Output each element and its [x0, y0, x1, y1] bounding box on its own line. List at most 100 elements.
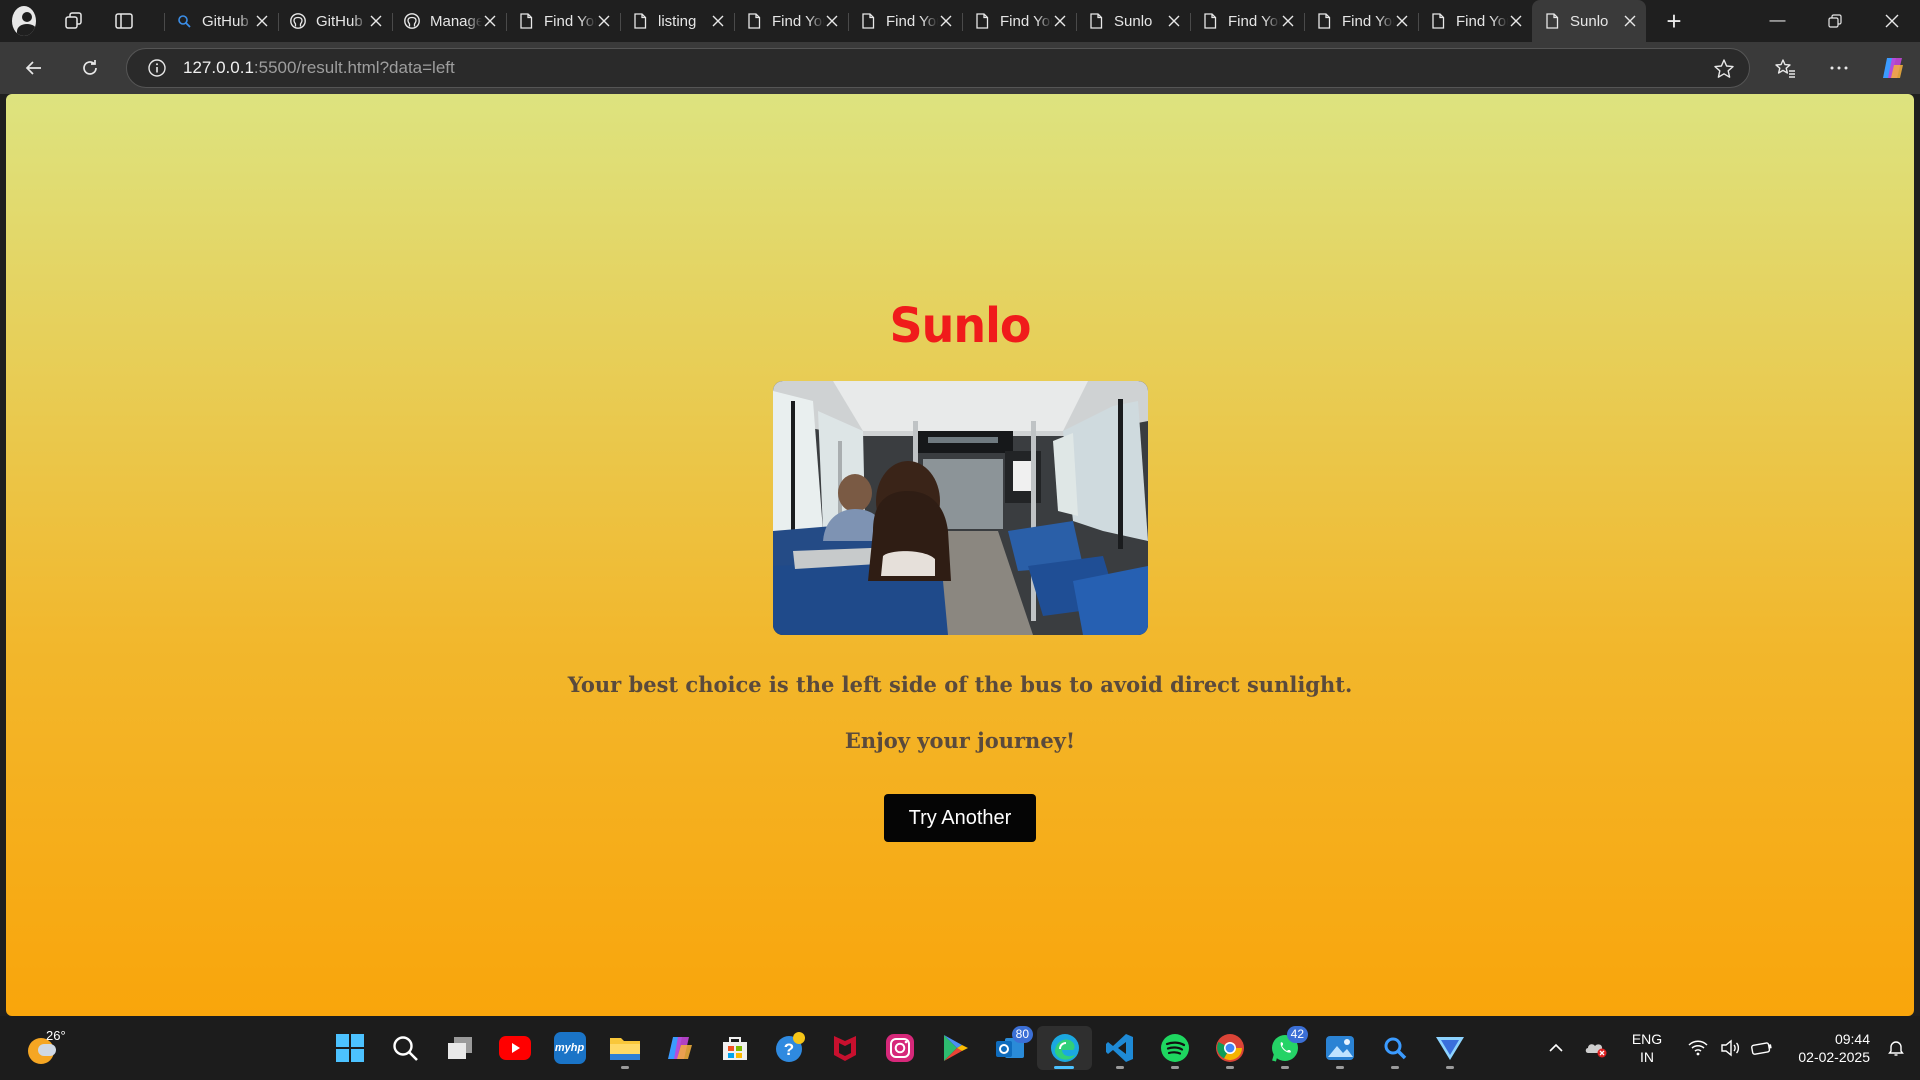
volume-icon[interactable]	[1714, 1039, 1746, 1057]
close-tab-icon[interactable]	[368, 13, 384, 29]
weather-temperature: 26°	[46, 1028, 66, 1043]
tab-label: Find Your	[1000, 12, 1052, 30]
try-another-button[interactable]: Try Another	[884, 794, 1036, 842]
search-icon[interactable]	[377, 1026, 432, 1070]
whatsapp-badge: 42	[1286, 1026, 1308, 1043]
language-code: ENG	[1631, 1031, 1663, 1047]
favorite-star-icon[interactable]	[1713, 58, 1735, 85]
window-controls: —	[1749, 0, 1920, 42]
mcafee-icon[interactable]	[817, 1026, 872, 1070]
close-tab-icon[interactable]	[482, 13, 498, 29]
close-tab-icon[interactable]	[1394, 13, 1410, 29]
browser-tab[interactable]: Find Your	[962, 3, 1076, 39]
browser-tab[interactable]: GitHub	[164, 3, 278, 39]
close-tab-icon[interactable]	[596, 13, 612, 29]
tab-label: GitHub	[316, 12, 363, 30]
copilot-icon[interactable]	[1866, 55, 1920, 81]
svg-text:?: ?	[783, 1040, 793, 1059]
tab-label: Sunlo	[1114, 12, 1153, 30]
close-tab-icon[interactable]	[1622, 13, 1638, 29]
onedrive-error-icon[interactable]	[1580, 1038, 1612, 1058]
battery-icon[interactable]	[1746, 1040, 1778, 1056]
close-tab-icon[interactable]	[938, 13, 954, 29]
page-icon	[1202, 13, 1218, 29]
browser-tab[interactable]: Sunlo	[1076, 3, 1190, 39]
photos-icon[interactable]	[1312, 1026, 1367, 1070]
tab-label: Find Your	[1228, 12, 1280, 30]
close-tab-icon[interactable]	[254, 13, 270, 29]
magnifier-icon[interactable]	[1367, 1026, 1422, 1070]
copilot-app-icon[interactable]	[652, 1026, 707, 1070]
browser-tab[interactable]: Find Your	[734, 3, 848, 39]
new-tab-button[interactable]: +	[1654, 3, 1694, 39]
outlook-icon[interactable]: 80	[982, 1026, 1037, 1070]
browser-tab[interactable]: Manage	[392, 3, 506, 39]
brand-title: Sunlo	[889, 296, 1032, 354]
page-icon	[1430, 13, 1446, 29]
notifications-icon[interactable]	[1880, 1039, 1912, 1057]
site-info-icon[interactable]	[137, 58, 177, 78]
play-store-icon[interactable]	[927, 1026, 982, 1070]
close-tab-icon[interactable]	[710, 13, 726, 29]
close-tab-icon[interactable]	[1166, 13, 1182, 29]
edge-icon[interactable]	[1037, 1026, 1092, 1070]
tab-label: Find Your	[886, 12, 938, 30]
favorites-icon[interactable]	[1758, 57, 1812, 79]
wifi-icon[interactable]	[1682, 1040, 1714, 1056]
spotify-icon[interactable]	[1147, 1026, 1202, 1070]
microsoft-store-icon[interactable]	[707, 1026, 762, 1070]
tab-label: Find Your	[1342, 12, 1394, 30]
page-icon	[518, 13, 534, 29]
tab-label: Find Your	[772, 12, 824, 30]
toolbar-right	[1758, 48, 1920, 88]
url-path: :5500/result.html?data=left	[253, 58, 455, 77]
chrome-icon[interactable]	[1202, 1026, 1257, 1070]
browser-tab[interactable]: Find Your	[506, 3, 620, 39]
instagram-icon[interactable]	[872, 1026, 927, 1070]
browser-tab[interactable]: Find Your	[848, 3, 962, 39]
browser-tab[interactable]: GitHub	[278, 3, 392, 39]
vertical-tabs-icon[interactable]	[106, 3, 142, 39]
vscode-icon[interactable]	[1092, 1026, 1147, 1070]
github-icon	[404, 13, 420, 29]
browser-tab[interactable]: Find Your	[1418, 3, 1532, 39]
more-options-icon[interactable]	[1812, 57, 1866, 79]
tab-label: listing	[658, 12, 697, 30]
proton-vpn-icon[interactable]	[1422, 1026, 1477, 1070]
close-tab-icon[interactable]	[1052, 13, 1068, 29]
file-explorer-icon[interactable]	[597, 1026, 652, 1070]
close-window-button[interactable]	[1863, 0, 1920, 42]
profile-avatar[interactable]	[0, 3, 36, 39]
region-code: IN	[1640, 1049, 1654, 1065]
youtube-icon[interactable]	[487, 1026, 542, 1070]
minimize-button[interactable]: —	[1749, 0, 1806, 42]
tab-list: GitHub GitHub Manage Find Your listing Find Y…	[164, 0, 1646, 42]
browser-tab[interactable]: listing	[620, 3, 734, 39]
myhp-icon[interactable]: myhp	[542, 1026, 597, 1070]
input-language-indicator[interactable]: ENG IN	[1622, 1030, 1672, 1066]
url-host: 127.0.0.1	[183, 58, 254, 77]
page-icon	[746, 13, 762, 29]
workspaces-icon[interactable]	[56, 3, 92, 39]
task-view-icon[interactable]	[432, 1026, 487, 1070]
weather-widget[interactable]: 26°	[26, 1028, 66, 1066]
back-button[interactable]	[14, 48, 54, 88]
url-text[interactable]: 127.0.0.1:5500/result.html?data=left	[183, 58, 455, 78]
refresh-button[interactable]	[70, 48, 110, 88]
whatsapp-icon[interactable]: 42	[1257, 1026, 1312, 1070]
restore-button[interactable]	[1806, 0, 1863, 42]
browser-tab[interactable]: Find Your	[1190, 3, 1304, 39]
windows-start-icon[interactable]	[322, 1026, 377, 1070]
page-icon	[860, 13, 876, 29]
browser-tab[interactable]: Find Your	[1304, 3, 1418, 39]
close-tab-icon[interactable]	[1508, 13, 1524, 29]
close-tab-icon[interactable]	[1280, 13, 1296, 29]
taskbar-apps: myhp ? 80 42	[322, 1026, 1477, 1070]
tab-label: Find Your	[1456, 12, 1508, 30]
close-tab-icon[interactable]	[824, 13, 840, 29]
address-bar[interactable]: 127.0.0.1:5500/result.html?data=left	[126, 48, 1750, 88]
browser-tab[interactable]: Sunlo	[1532, 0, 1646, 42]
get-help-icon[interactable]: ?	[762, 1026, 817, 1070]
show-hidden-icons-chevron-icon[interactable]	[1540, 1041, 1572, 1055]
clock[interactable]: 09:44 02-02-2025	[1778, 1030, 1870, 1066]
